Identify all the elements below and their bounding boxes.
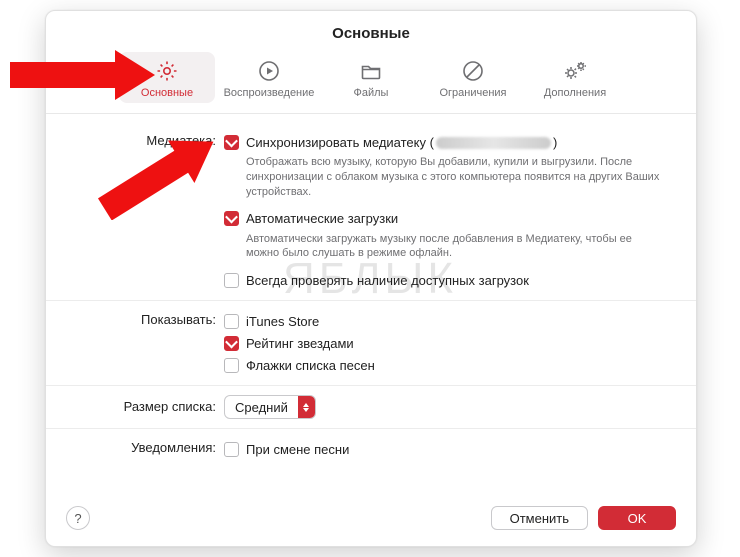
folder-icon bbox=[359, 58, 383, 84]
preferences-body: Медиатека: Синхронизировать медиатеку ()… bbox=[46, 114, 696, 463]
tab-playback[interactable]: Воспроизведение bbox=[221, 52, 317, 103]
section-label-show: Показывать: bbox=[68, 310, 224, 327]
checkbox-auto-downloads[interactable] bbox=[224, 211, 239, 226]
tab-label: Дополнения bbox=[544, 87, 606, 99]
checkbox-star-ratings[interactable] bbox=[224, 336, 239, 351]
checkbox-sync-library[interactable] bbox=[224, 135, 239, 150]
checkbox-always-check-downloads[interactable] bbox=[224, 273, 239, 288]
checkbox-itunes-store-label: iTunes Store bbox=[246, 314, 319, 329]
section-label-list-size: Размер списка: bbox=[68, 395, 224, 414]
checkbox-auto-downloads-label: Автоматические загрузки bbox=[246, 211, 398, 226]
select-list-size-value: Средний bbox=[235, 400, 298, 415]
tab-label: Ограничения bbox=[439, 87, 506, 99]
play-circle-icon bbox=[257, 58, 281, 84]
divider bbox=[46, 300, 696, 301]
tab-files[interactable]: Файлы bbox=[323, 52, 419, 103]
tab-label: Воспроизведение bbox=[224, 87, 315, 99]
tab-advanced[interactable]: Дополнения bbox=[527, 52, 623, 103]
checkbox-sync-library-label: Синхронизировать медиатеку () bbox=[246, 135, 557, 150]
window-title: Основные bbox=[46, 11, 696, 52]
auto-downloads-description: Автоматически загружать музыку после доб… bbox=[224, 230, 674, 270]
preferences-window: Основные Основные Воспрои bbox=[45, 10, 697, 547]
divider bbox=[46, 428, 696, 429]
section-label-library: Медиатека: bbox=[68, 131, 224, 148]
cancel-button[interactable]: Отменить bbox=[491, 506, 588, 530]
help-button[interactable]: ? bbox=[66, 506, 90, 530]
gear-icon bbox=[155, 58, 179, 84]
checkbox-song-flags-label: Флажки списка песен bbox=[246, 358, 375, 373]
footer: ? Отменить OK bbox=[46, 492, 696, 546]
select-list-size[interactable]: Средний bbox=[224, 395, 316, 419]
tab-label: Основные bbox=[141, 87, 193, 99]
checkbox-star-ratings-label: Рейтинг звездами bbox=[246, 336, 354, 351]
tab-general[interactable]: Основные bbox=[119, 52, 215, 103]
prohibit-icon bbox=[461, 58, 485, 84]
tab-label: Файлы bbox=[354, 87, 389, 99]
tab-restrictions[interactable]: Ограничения bbox=[425, 52, 521, 103]
stepper-icon bbox=[298, 396, 315, 418]
redacted-account bbox=[436, 137, 551, 149]
checkbox-song-flags[interactable] bbox=[224, 358, 239, 373]
checkbox-always-check-downloads-label: Всегда проверять наличие доступных загру… bbox=[246, 273, 529, 288]
sync-library-description: Отображать всю музыку, которую Вы добави… bbox=[224, 153, 674, 208]
checkbox-on-song-change[interactable] bbox=[224, 442, 239, 457]
divider bbox=[46, 385, 696, 386]
preferences-toolbar: Основные Воспроизведение bbox=[46, 52, 696, 114]
ok-button[interactable]: OK bbox=[598, 506, 676, 530]
checkbox-on-song-change-label: При смене песни bbox=[246, 442, 349, 457]
section-label-notifications: Уведомления: bbox=[68, 438, 224, 455]
checkbox-itunes-store[interactable] bbox=[224, 314, 239, 329]
gears-icon bbox=[562, 58, 588, 84]
